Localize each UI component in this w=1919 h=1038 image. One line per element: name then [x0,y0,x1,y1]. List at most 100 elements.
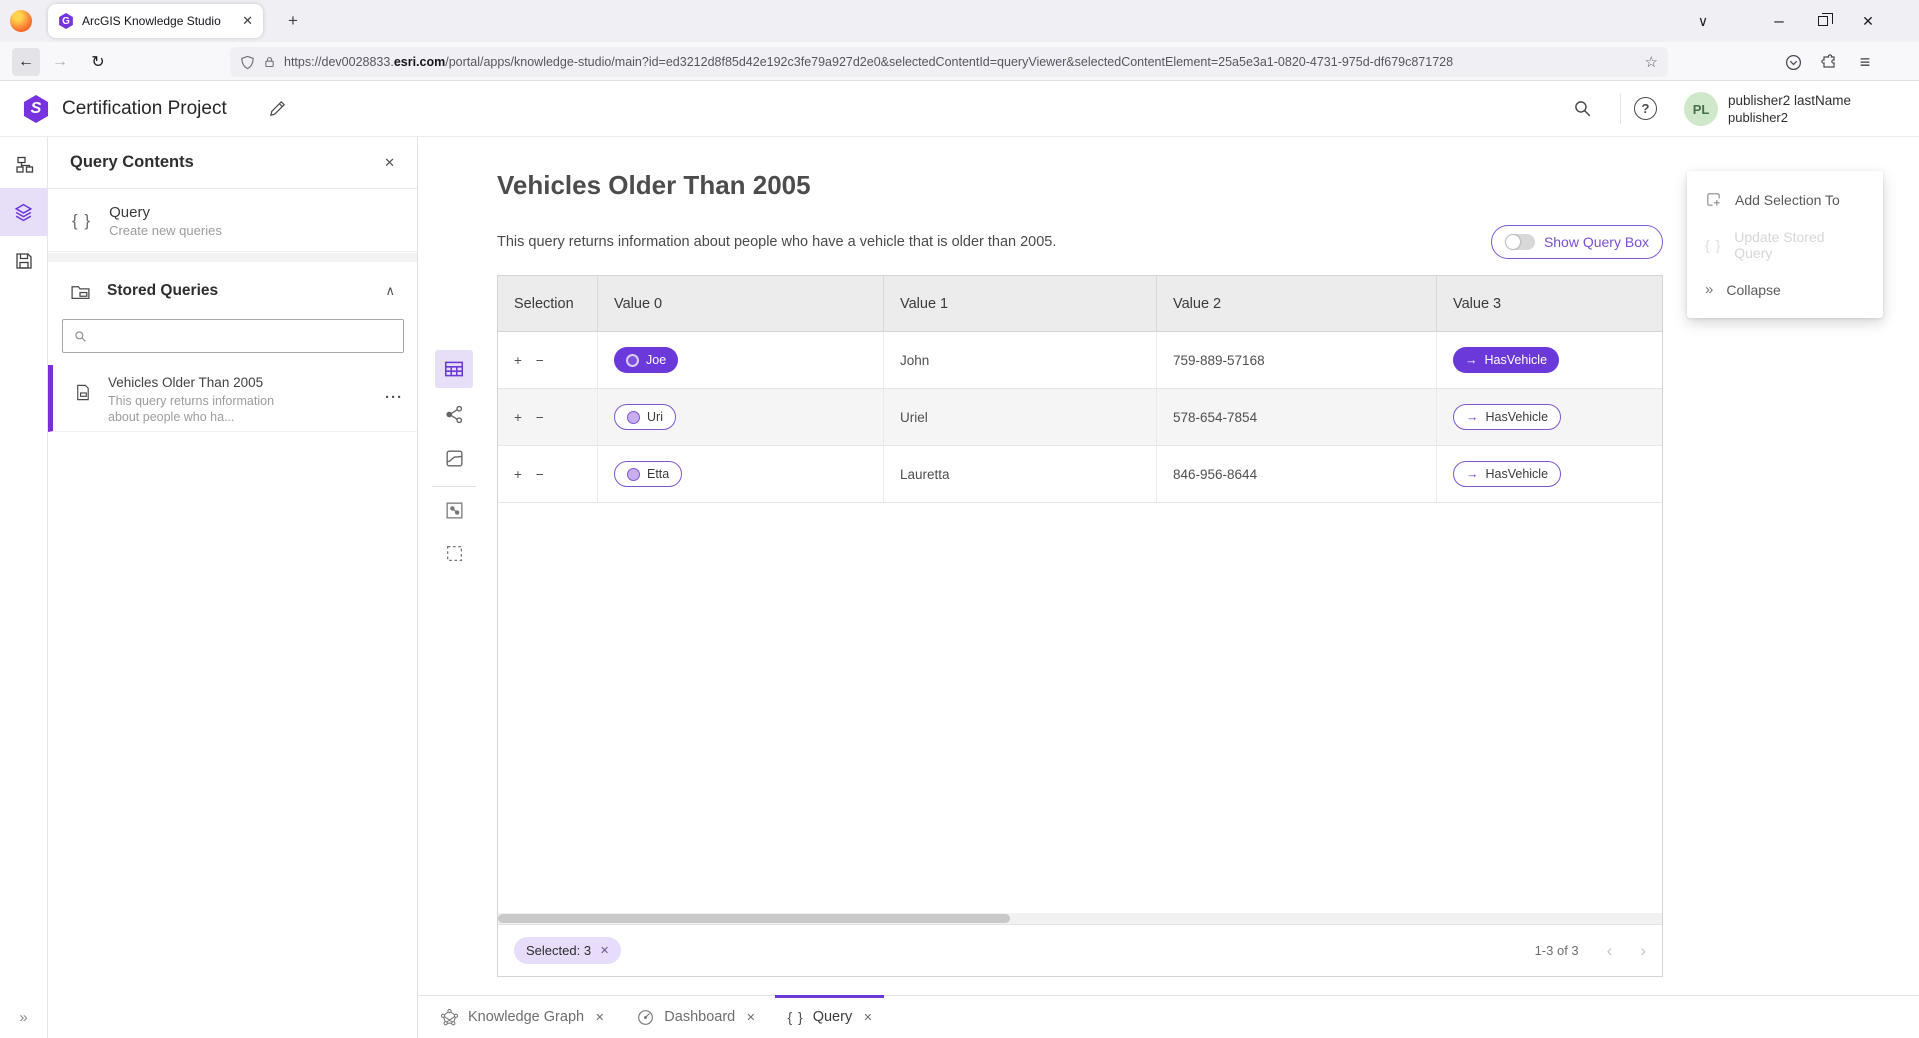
column-header-value0[interactable]: Value 0 [598,276,884,331]
url-path: /portal/apps/knowledge-studio/main?id=ed… [445,55,1453,69]
back-button[interactable]: ← [12,48,40,76]
panel-close-icon[interactable]: ✕ [384,155,395,171]
map-view-button[interactable] [435,439,473,477]
arrow-right-icon: → [1466,410,1479,424]
column-header-selection[interactable]: Selection [498,276,598,331]
table-view-button[interactable] [435,350,473,388]
stored-queries-title: Stored Queries [107,282,369,300]
column-header-value3[interactable]: Value 3 [1437,276,1664,331]
bookmark-star-icon[interactable]: ☆ [1645,53,1658,71]
url-domain: esri.com [394,55,445,69]
stored-queries-search[interactable] [62,319,404,353]
table-row[interactable]: + − Joe John 759-889-57168 →HasVehicle [498,332,1662,389]
selection-tool-button[interactable] [435,534,473,572]
expand-rail-button[interactable]: » [0,1009,47,1026]
dashed-selection-icon [444,543,465,564]
table-row[interactable]: + − Etta Lauretta 846-956-8644 →HasVehic… [498,446,1662,503]
browser-tab[interactable]: G ArcGIS Knowledge Studio ✕ [48,4,263,38]
previous-page-icon[interactable]: ‹ [1607,941,1613,961]
minimize-button[interactable]: – [1756,0,1802,42]
url-bar[interactable]: https://dev0028833.esri.com/portal/apps/… [230,47,1668,77]
project-title: Certification Project [62,98,227,120]
next-page-icon[interactable]: › [1640,941,1646,961]
help-button[interactable]: ? [1634,97,1657,120]
dashboard-gauge-icon [636,1008,655,1027]
stored-queries-search-input[interactable] [96,329,393,344]
relationship-pill[interactable]: →HasVehicle [1453,347,1559,373]
list-tabs-icon[interactable]: ∨ [1680,0,1726,42]
edit-title-button[interactable] [268,99,287,123]
add-to-selection-icon[interactable]: + [514,353,522,368]
tab-knowledge-graph[interactable]: Knowledge Graph ✕ [424,996,620,1038]
browser-tab-title: ArcGIS Knowledge Studio [82,14,234,28]
selected-count-chip[interactable]: Selected: 3 ✕ [514,937,621,964]
scrollbar-thumb[interactable] [498,914,1010,923]
extensions-puzzle-icon[interactable] [1816,49,1842,75]
horizontal-scrollbar[interactable] [498,913,1662,924]
data-model-button[interactable] [0,141,47,189]
user-avatar[interactable]: PL [1684,92,1718,126]
reload-button[interactable]: ↻ [84,48,112,76]
column-header-value1[interactable]: Value 1 [884,276,1157,331]
close-tab-icon[interactable]: ✕ [595,1011,604,1024]
forward-button[interactable]: → [46,48,74,76]
relationship-pill[interactable]: →HasVehicle [1453,404,1561,430]
panel-title: Query Contents [70,153,194,172]
link-analysis-button[interactable] [435,395,473,433]
toggle-switch[interactable] [1505,234,1535,250]
entity-pill[interactable]: Uri [614,404,676,430]
entity-pill[interactable]: Joe [614,347,678,373]
url-text: https://dev0028833.esri.com/portal/apps/… [284,55,1637,69]
menu-item-collapse[interactable]: » Collapse [1687,270,1883,310]
left-icon-rail: » [0,137,48,1038]
firefox-icon[interactable] [10,10,32,32]
relationship-pill[interactable]: →HasVehicle [1453,461,1561,487]
tab-query[interactable]: { } Query ✕ [771,996,888,1038]
query-title: Vehicles Older Than 2005 [497,170,1663,201]
user-name: publisher2 lastName [1728,92,1851,109]
double-chevron-icon: » [1705,281,1713,298]
query-item-subtitle: Create new queries [109,223,222,238]
search-button[interactable] [1572,98,1593,124]
pocket-icon[interactable] [1780,49,1806,75]
menu-item-update-stored-query[interactable]: { } Update Stored Query [1687,225,1883,265]
restore-button[interactable] [1800,0,1846,42]
map-icon [444,448,465,469]
new-query-item[interactable]: { } Query Create new queries [48,190,417,252]
remove-from-selection-icon[interactable]: − [536,410,544,425]
lock-icon[interactable] [263,55,276,69]
more-options-icon[interactable]: ··· [385,389,403,431]
tab-label: Knowledge Graph [468,1009,584,1025]
close-tab-icon[interactable]: ✕ [746,1011,755,1024]
tab-dashboard[interactable]: Dashboard ✕ [620,996,771,1038]
user-info[interactable]: publisher2 lastName publisher2 [1728,92,1851,126]
arcgis-knowledge-logo: S [22,95,50,123]
app-header: S Certification Project ? PL publisher2 … [0,81,1919,137]
panel-separator [48,253,417,262]
menu-hamburger-icon[interactable]: ≡ [1852,49,1878,75]
clear-selection-icon[interactable]: ✕ [600,944,609,957]
entity-pill[interactable]: Etta [614,461,682,487]
new-tab-button[interactable]: + [280,8,306,34]
tracking-shield-icon[interactable] [240,55,255,70]
cell-value1: Lauretta [884,446,1157,502]
contents-layers-button[interactable] [0,188,47,236]
menu-item-add-selection-to[interactable]: Add Selection To [1687,180,1883,220]
remove-from-selection-icon[interactable]: − [536,467,544,482]
stored-query-item[interactable]: Vehicles Older Than 2005 This query retu… [48,365,417,432]
show-query-box-toggle[interactable]: Show Query Box [1491,225,1663,259]
window-close-button[interactable]: ✕ [1845,0,1891,42]
chevron-up-icon[interactable]: ∧ [385,283,395,299]
close-tab-icon[interactable]: ✕ [863,1011,872,1024]
column-header-value2[interactable]: Value 2 [1157,276,1437,331]
strip-divider [432,486,476,487]
save-button[interactable] [0,237,47,285]
add-to-selection-icon[interactable]: + [514,467,522,482]
entity-dot-icon [627,411,640,424]
add-to-link-chart-button[interactable] [435,491,473,529]
remove-from-selection-icon[interactable]: − [536,353,544,368]
table-row[interactable]: + − Uri Uriel 578-654-7854 →HasVehicle [498,389,1662,446]
tab-close-icon[interactable]: ✕ [242,13,253,29]
stored-queries-header[interactable]: Stored Queries ∧ [48,270,417,312]
add-to-selection-icon[interactable]: + [514,410,522,425]
